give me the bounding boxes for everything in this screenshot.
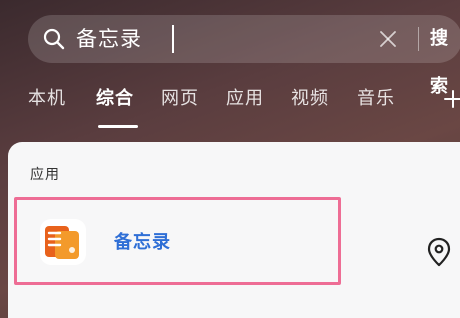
notes-app-icon: [40, 219, 86, 265]
search-input[interactable]: 备忘录: [76, 15, 142, 63]
location-pin-icon[interactable]: [426, 237, 452, 267]
search-button[interactable]: 搜索: [430, 15, 460, 97]
add-tab-icon[interactable]: [444, 90, 460, 108]
tab-video[interactable]: 视频: [291, 84, 329, 114]
results-card: 应用 备忘录: [8, 142, 460, 318]
search-divider: [418, 27, 419, 51]
category-tabs: 本机 综合 网页 应用 视频 音乐: [0, 84, 460, 124]
tab-apps[interactable]: 应用: [226, 84, 264, 114]
search-bar[interactable]: 备忘录 搜索: [28, 15, 460, 97]
tab-music[interactable]: 音乐: [357, 84, 395, 114]
search-icon: [43, 28, 65, 50]
section-title: 应用: [30, 167, 60, 183]
tab-all[interactable]: 综合: [96, 84, 134, 114]
text-caret: [172, 25, 174, 53]
active-tab-indicator: [98, 125, 138, 128]
app-result-item[interactable]: 备忘录: [18, 198, 338, 288]
tab-web[interactable]: 网页: [161, 84, 199, 114]
clear-icon[interactable]: [376, 27, 400, 51]
app-name: 备忘录: [114, 232, 171, 253]
tab-local[interactable]: 本机: [28, 84, 66, 114]
